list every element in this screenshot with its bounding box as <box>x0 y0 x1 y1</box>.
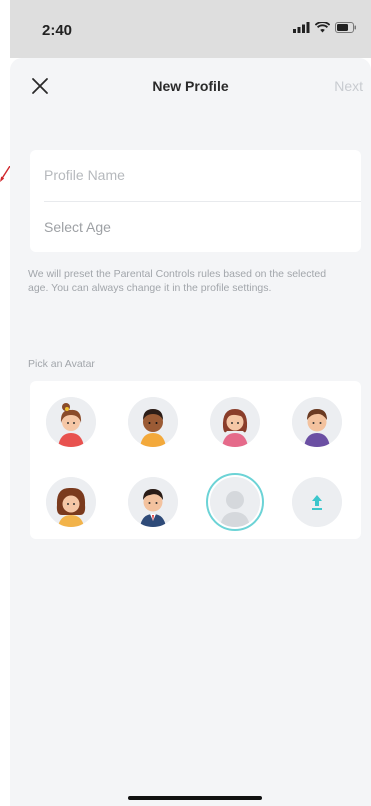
avatar-boy-suit[interactable] <box>128 477 178 527</box>
girl-curly-hair-avatar-icon <box>46 477 96 527</box>
avatar-girl-curly-hair[interactable] <box>46 477 96 527</box>
helper-text: We will preset the Parental Controls rul… <box>28 268 327 294</box>
boy-purple-shirt-avatar-icon <box>292 397 342 447</box>
upload-avatar-button[interactable] <box>292 477 342 527</box>
girl-pigtails-avatar-icon <box>210 397 260 447</box>
status-bar: 2:40 <box>10 0 371 58</box>
profile-form-card: Profile Name Select Age <box>30 150 361 252</box>
signal-icon <box>293 22 310 33</box>
new-profile-sheet: New Profile Next Profile Name Select Age… <box>10 58 371 806</box>
profile-name-input[interactable]: Profile Name <box>44 150 361 200</box>
status-icons <box>293 22 357 33</box>
girl-bun-avatar-icon <box>46 397 96 447</box>
avatar-boy-dark-skin[interactable] <box>128 397 178 447</box>
select-age-field[interactable]: Select Age <box>44 202 361 252</box>
default-gray-avatar-icon <box>210 477 260 527</box>
boy-suit-avatar-icon <box>128 477 178 527</box>
upload-icon <box>292 477 342 527</box>
pick-avatar-label: Pick an Avatar <box>28 358 95 370</box>
nav-bar: New Profile Next <box>10 58 371 114</box>
battery-icon <box>335 22 356 33</box>
page-title: New Profile <box>152 78 229 94</box>
annotation-arrow-icon <box>0 166 10 182</box>
avatar-boy-purple-shirt[interactable] <box>292 397 342 447</box>
wifi-icon <box>315 22 330 33</box>
status-time: 2:40 <box>42 22 73 39</box>
home-indicator <box>128 796 262 800</box>
next-button[interactable]: Next <box>334 78 363 94</box>
avatar-grid <box>30 381 361 539</box>
avatar-default-gray[interactable] <box>210 477 260 527</box>
avatar-girl-bun[interactable] <box>46 397 96 447</box>
boy-dark-skin-avatar-icon <box>128 397 178 447</box>
avatar-girl-pigtails[interactable] <box>210 397 260 447</box>
